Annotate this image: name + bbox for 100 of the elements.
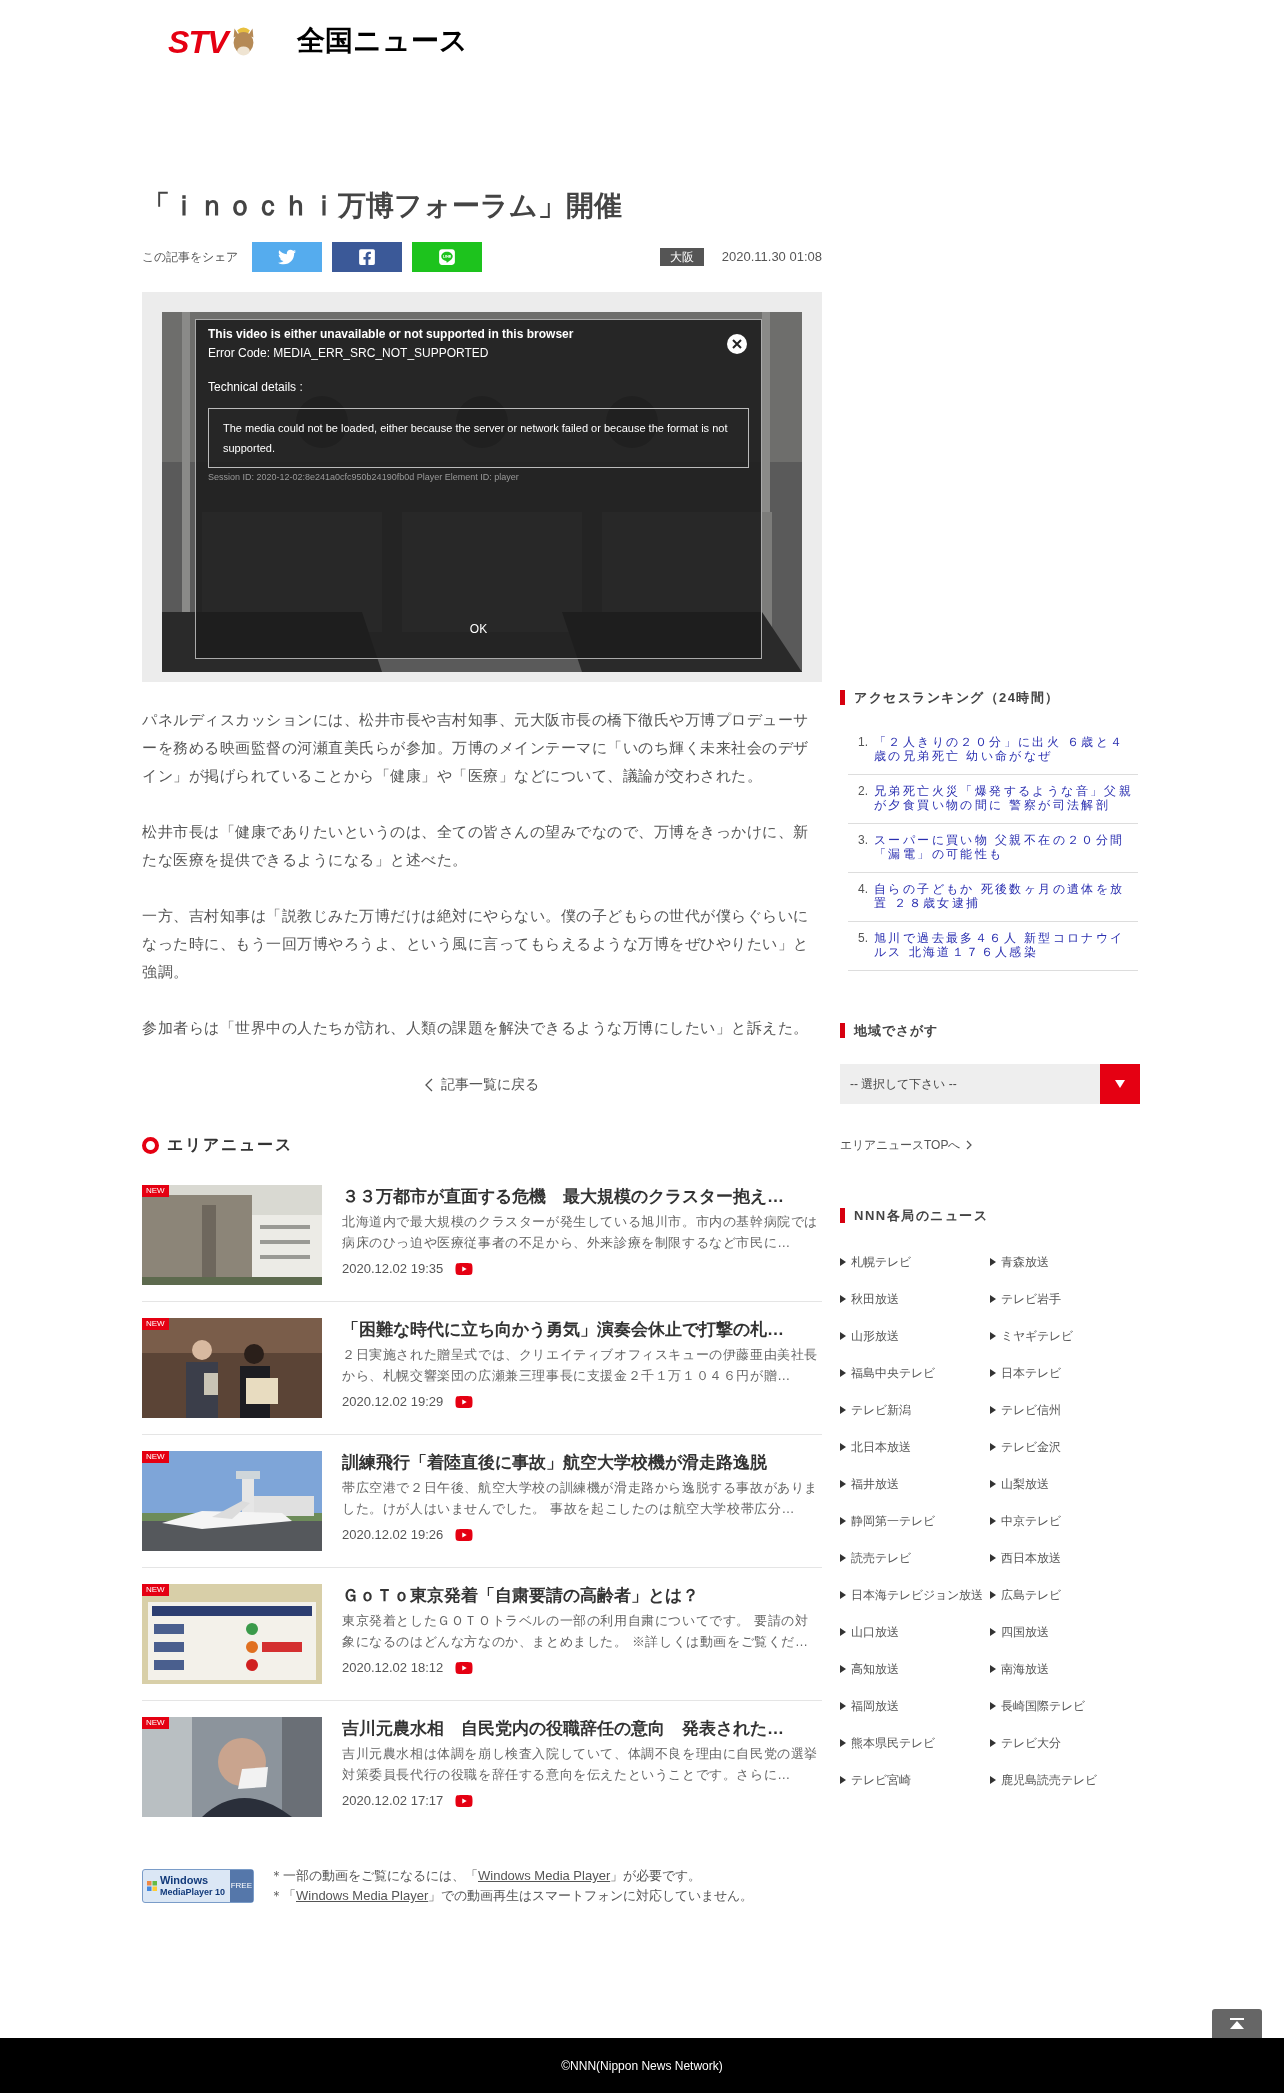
region-select[interactable]: -- 選択して下さい --: [840, 1064, 1140, 1104]
news-date: 2020.12.02 18:12: [342, 1659, 444, 1677]
news-summary: 吉川元農水相は体調を崩し検査入院していて、体調不良を理由に自民党の選挙対策委員長代行の役職を辞任する意向を伝えたということです。さらに…: [342, 1745, 819, 1784]
station-link[interactable]: テレビ新潟: [851, 1401, 911, 1419]
station-link[interactable]: 福岡放送: [851, 1697, 899, 1715]
rank-number: 5.: [858, 930, 868, 947]
station-link[interactable]: 静岡第一テレビ: [851, 1512, 935, 1530]
article-date: 2020.11.30 01:08: [721, 248, 822, 267]
session-id: Session ID: 2020-12-02:8e241a0cfc950b24190fb0d Player Element ID: player: [208, 471, 520, 484]
station-link[interactable]: 読売テレビ: [851, 1549, 911, 1567]
station-link[interactable]: 日本海テレビジョン放送: [851, 1586, 983, 1604]
article-paragraph: パネルディスカッションには、松井市長や吉村知事、元大阪市長の橋下徹氏や万博プロデューサーを務める映画監督の河瀬直美氏らが参加。万博のメインテーマに「いのち輝く未来社会のデザイン」が掲げられていることから「健康」や「医療」などについて、議論が交わされた。: [142, 710, 810, 786]
ranking-link[interactable]: 自らの子どもか 死後数ヶ月の遺体を放置 ２８歳女逮捕: [874, 881, 1138, 913]
player-link[interactable]: Windows Media Player: [478, 1868, 611, 1883]
station-link[interactable]: テレビ宮崎: [851, 1771, 911, 1789]
station-link[interactable]: 四国放送: [1001, 1623, 1049, 1641]
station-link[interactable]: 広島テレビ: [1001, 1586, 1061, 1604]
share-button[interactable]: [332, 242, 402, 272]
news-title[interactable]: 吉川元農水相 自民党内の役職辞任の意向 発表された…: [342, 1717, 822, 1741]
news-title[interactable]: ３３万都市が直面する危機 最大規模のクラスター抱え…: [342, 1185, 822, 1209]
news-title[interactable]: ＧｏＴｏ東京発着「自粛要請の高齢者」とは？: [342, 1584, 822, 1608]
triangle-bullet-icon: [990, 1369, 996, 1377]
triangle-bullet-icon: [840, 1554, 846, 1562]
share-label: この記事をシェア: [142, 249, 238, 266]
station-link[interactable]: 西日本放送: [1001, 1549, 1061, 1567]
ok-button[interactable]: OK: [463, 620, 494, 638]
triangle-bullet-icon: [990, 1406, 996, 1414]
dropdown-arrow-icon: [1115, 1080, 1125, 1088]
to-top-icon: [1230, 2017, 1244, 2030]
ranking-link[interactable]: スーパーに買い物 父親不在の２０分間「漏電」の可能性も: [874, 832, 1138, 864]
accent-bar: [840, 1022, 845, 1038]
station-link[interactable]: 高知放送: [851, 1660, 899, 1678]
new-badge: NEW: [142, 1318, 169, 1330]
triangle-bullet-icon: [840, 1517, 846, 1525]
triangle-bullet-icon: [990, 1332, 996, 1340]
new-badge: NEW: [142, 1584, 169, 1596]
station-link[interactable]: 山口放送: [851, 1623, 899, 1641]
station-link[interactable]: ミヤギテレビ: [1001, 1327, 1073, 1345]
ranking-link[interactable]: 「２人きりの２０分」に出火 ６歳と４歳の兄弟死亡 幼い命がなぜ: [874, 734, 1138, 766]
station-link[interactable]: 鹿児島読売テレビ: [1001, 1771, 1097, 1789]
accent-bar: [840, 690, 845, 706]
triangle-bullet-icon: [990, 1443, 996, 1451]
station-link[interactable]: 青森放送: [1001, 1253, 1049, 1271]
triangle-bullet-icon: [840, 1665, 846, 1673]
station-link[interactable]: 山梨放送: [1001, 1475, 1049, 1493]
station-link[interactable]: 福島中央テレビ: [851, 1364, 935, 1382]
window-flag-icon: [147, 1881, 157, 1891]
ring-icon: [142, 1136, 159, 1154]
triangle-bullet-icon: [990, 1739, 996, 1747]
news-summary: ２日実施された贈呈式では、クリエイティブオフィスキューの伊藤亜由美社長から、札幌交響楽団の広瀬兼三理事長に支援金２千１万１０４６円が贈…: [342, 1346, 819, 1385]
rank-number: 3.: [858, 832, 868, 849]
rank-number: 4.: [858, 881, 868, 898]
triangle-bullet-icon: [990, 1702, 996, 1710]
back-link[interactable]: 記事一覧に戻る: [425, 1074, 539, 1095]
ranking-link[interactable]: 旭川で過去最多４６人 新型コロナウイルス 北海道１７６人感染: [874, 930, 1138, 962]
station-link[interactable]: テレビ岩手: [1001, 1290, 1061, 1308]
station-link[interactable]: 日本テレビ: [1001, 1364, 1061, 1382]
section-title: 全国ニュース: [296, 24, 468, 58]
station-link[interactable]: 長崎国際テレビ: [1001, 1697, 1085, 1715]
error-code: Error Code: MEDIA_ERR_SRC_NOT_SUPPORTED: [208, 345, 490, 362]
triangle-bullet-icon: [840, 1258, 846, 1266]
station-link[interactable]: 札幌テレビ: [851, 1253, 911, 1271]
back-to-top-button[interactable]: [1212, 2009, 1262, 2038]
details-label: Technical details :: [208, 379, 304, 396]
station-link[interactable]: 秋田放送: [851, 1290, 899, 1308]
news-summary: 東京発着としたＧＯＴＯトラベルの一部の利用自粛についてです。 要請の対象になるのはどんな方なのか、まとめました。 ※詳しくは動画をご覧くだ…: [342, 1612, 810, 1651]
article-paragraph: 一方、吉村知事は「説教じみた万博だけは絶対にやらない。僕の子どもらの世代が僕らぐらいになった時に、もう一回万博やろうよ、という風に言ってもらえるような万博をぜひやりたい」と強調。: [142, 906, 810, 982]
triangle-bullet-icon: [840, 1332, 846, 1340]
station-link[interactable]: テレビ大分: [1001, 1734, 1061, 1752]
player-link[interactable]: Windows Media Player: [296, 1888, 429, 1903]
station-link[interactable]: 山形放送: [851, 1327, 899, 1345]
station-link[interactable]: 南海放送: [1001, 1660, 1049, 1678]
error-title: This video is either unavailable or not supported in this browser: [208, 326, 575, 343]
triangle-bullet-icon: [840, 1776, 846, 1784]
new-badge: NEW: [142, 1451, 169, 1463]
accent-bar: [840, 1208, 845, 1224]
close-button[interactable]: [727, 334, 747, 354]
bird-icon: [278, 248, 296, 266]
station-link[interactable]: 熊本県民テレビ: [851, 1734, 935, 1752]
area-top-link[interactable]: エリアニュースTOPへ: [840, 1136, 1142, 1154]
chevron-left-icon: [425, 1077, 433, 1092]
chat-bubble-icon: [438, 248, 456, 266]
news-title[interactable]: 訓練飛行「着陸直後に事故」航空大学校機が滑走路逸脱: [342, 1451, 822, 1475]
news-date: 2020.12.02 17:17: [342, 1792, 444, 1810]
station-link[interactable]: 福井放送: [851, 1475, 899, 1493]
region-tag: 大阪: [659, 248, 704, 266]
ranking-link[interactable]: 兄弟死亡火災「爆発するような音」父親が夕食買い物の間に 警察が司法解剖: [874, 783, 1138, 815]
station-link[interactable]: テレビ金沢: [1001, 1438, 1061, 1456]
triangle-bullet-icon: [990, 1628, 996, 1636]
triangle-bullet-icon: [840, 1628, 846, 1636]
triangle-bullet-icon: [990, 1517, 996, 1525]
station-link[interactable]: 北日本放送: [851, 1438, 911, 1456]
station-link[interactable]: テレビ信州: [1001, 1401, 1061, 1419]
triangle-bullet-icon: [990, 1591, 996, 1599]
chevron-right-icon: [966, 1140, 973, 1150]
station-link[interactable]: 中京テレビ: [1001, 1512, 1061, 1530]
facebook-icon: [358, 248, 376, 266]
news-title[interactable]: 「困難な時代に立ち向かう勇気」演奏会休止で打撃の札…: [342, 1318, 822, 1342]
triangle-bullet-icon: [990, 1295, 996, 1303]
news-summary: 北海道内で最大規模のクラスターが発生している旭川市。市内の基幹病院では病床のひっ迫や医療従事者の不足から、外来診療を制限するなど市民に…: [342, 1213, 819, 1252]
